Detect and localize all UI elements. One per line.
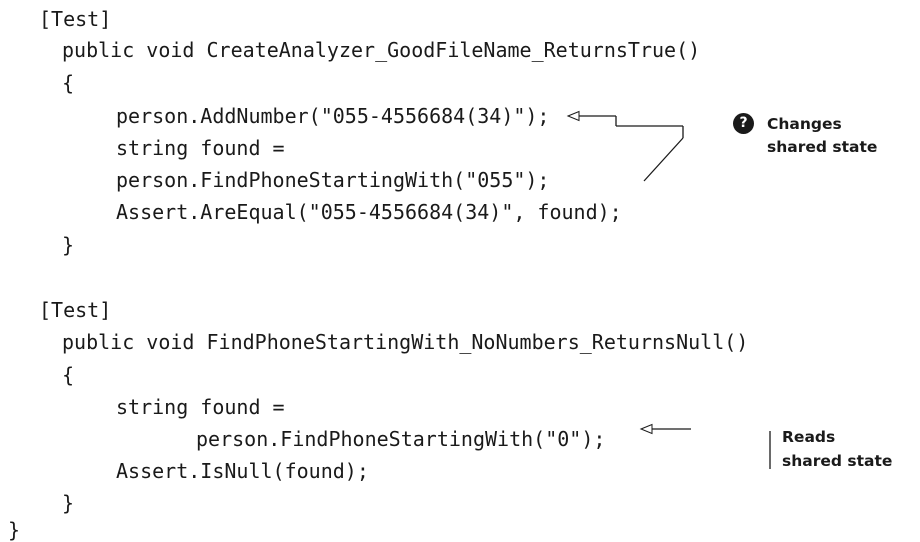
reads-label-line1: Reads (782, 428, 836, 446)
reads-arrow (639, 423, 691, 435)
callout-badge-icon: ? (733, 113, 754, 134)
changes-arrow (566, 110, 653, 127)
reads-label-line2: shared state (782, 452, 893, 470)
changes-label-line1: Changes (767, 115, 842, 133)
changes-leader-line (643, 125, 684, 182)
changes-label-line2: shared state (767, 138, 878, 156)
